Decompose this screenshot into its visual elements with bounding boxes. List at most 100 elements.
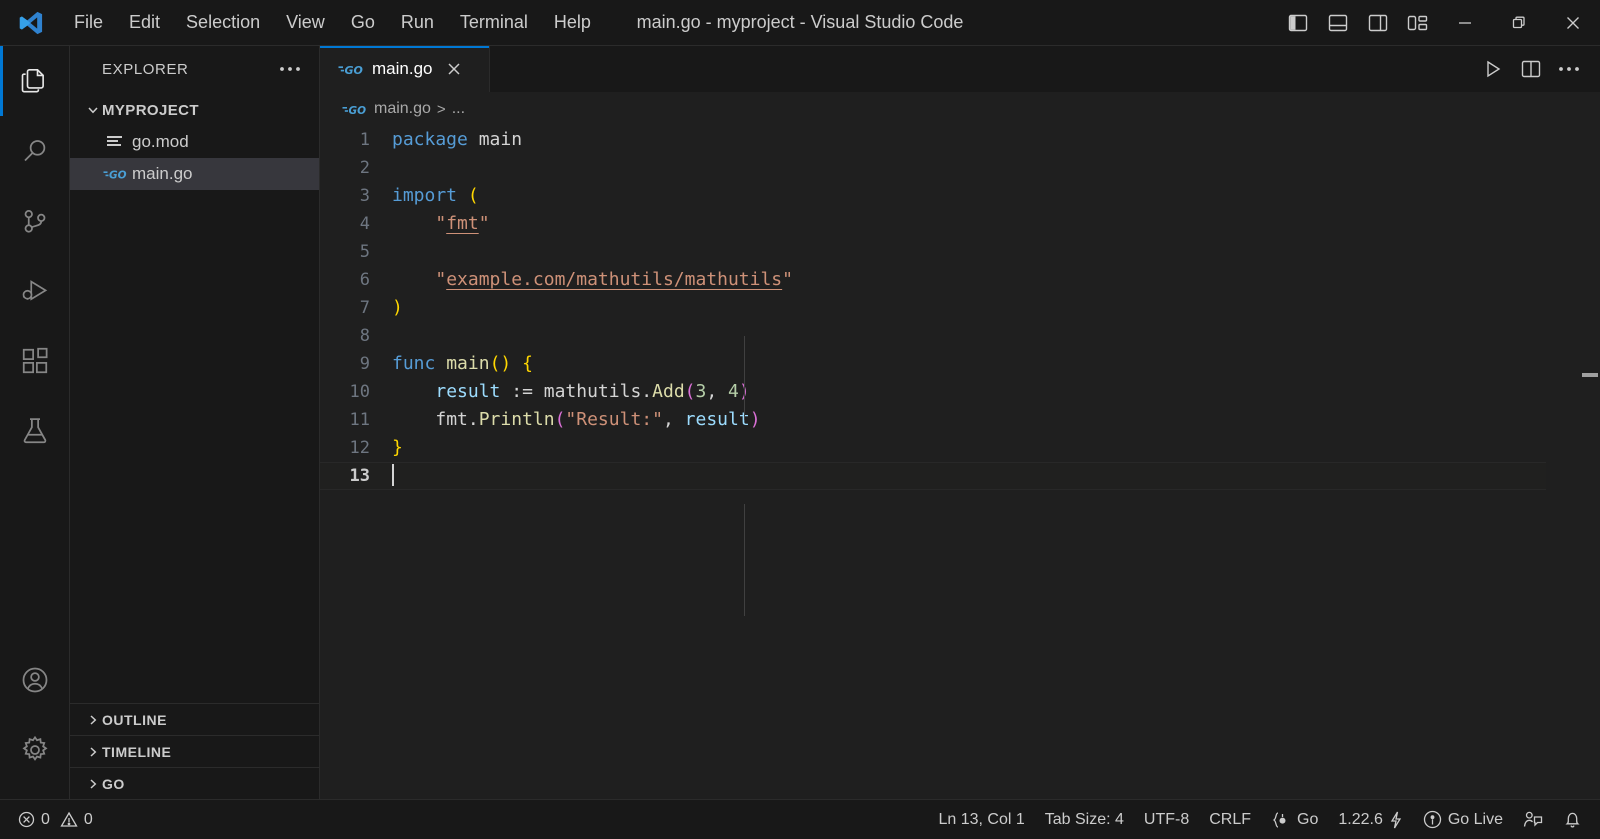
ellipsis-icon[interactable] bbox=[273, 62, 307, 76]
menu-go[interactable]: Go bbox=[339, 7, 387, 38]
status-editor-position[interactable]: Ln 13, Col 1 bbox=[928, 800, 1034, 839]
close-icon[interactable] bbox=[440, 55, 468, 83]
activity-item-source-control[interactable] bbox=[0, 186, 70, 256]
code-line[interactable]: 13 bbox=[320, 462, 1600, 490]
chevron-right-icon bbox=[84, 713, 102, 727]
status-problems[interactable]: 0 0 bbox=[8, 800, 103, 839]
code-token[interactable]: example.com/mathutils/mathutils bbox=[446, 269, 782, 290]
activity-item-extensions[interactable] bbox=[0, 326, 70, 396]
code-editor[interactable]: 1 package main 2 3 import (4 "fmt" 5 6 "exampl… bbox=[320, 126, 1600, 799]
code-token: Println bbox=[478, 409, 555, 430]
indent-guide bbox=[744, 336, 745, 420]
code-line[interactable]: 10 result := mathutils.Add(3, 4) bbox=[320, 378, 1600, 406]
minimap[interactable] bbox=[1546, 126, 1580, 799]
code-token: ( bbox=[554, 409, 566, 430]
code-line[interactable]: 11 fmt.Println("Result:", result) bbox=[320, 406, 1600, 434]
title-bar-controls bbox=[1278, 0, 1600, 46]
code-line[interactable]: 2 bbox=[320, 154, 1600, 182]
tab-main-go[interactable]: GO main.go bbox=[320, 46, 490, 92]
status-language-mode[interactable]: Go bbox=[1261, 800, 1328, 839]
code-line[interactable]: 1 package main bbox=[320, 126, 1600, 154]
code-line[interactable]: 4 "fmt" bbox=[320, 210, 1600, 238]
tree-item-main-go[interactable]: GO main.go bbox=[70, 158, 319, 190]
menu-help[interactable]: Help bbox=[542, 7, 603, 38]
chevron-right-icon bbox=[84, 745, 102, 759]
line-number: 1 bbox=[359, 130, 370, 150]
panel-timeline[interactable]: TIMELINE bbox=[70, 735, 319, 767]
close-icon[interactable] bbox=[1546, 0, 1600, 46]
status-go-version[interactable]: 1.22.6 bbox=[1328, 800, 1412, 839]
broadcast-icon bbox=[1423, 810, 1442, 829]
code-token: main bbox=[478, 129, 523, 150]
activity-item-testing[interactable] bbox=[0, 396, 70, 466]
code-token: mathutils bbox=[543, 381, 642, 402]
panel-go-label: GO bbox=[102, 775, 125, 792]
breadcrumb-item-file[interactable]: main.go bbox=[374, 100, 431, 118]
code-line[interactable]: 12} bbox=[320, 434, 1600, 462]
editor-tab-bar: GO main.go bbox=[320, 46, 1600, 92]
toggle-secondary-sidebar-icon[interactable] bbox=[1358, 0, 1398, 46]
breadcrumb-item-symbol[interactable]: ... bbox=[452, 100, 465, 118]
overview-ruler[interactable] bbox=[1580, 126, 1600, 799]
activity-item-settings[interactable] bbox=[0, 715, 70, 785]
extensions-icon bbox=[20, 346, 50, 376]
menu-selection[interactable]: Selection bbox=[174, 7, 272, 38]
menu-edit[interactable]: Edit bbox=[117, 7, 172, 38]
code-line[interactable]: 9 func main() { bbox=[320, 350, 1600, 378]
run-code-button[interactable] bbox=[1476, 52, 1510, 86]
status-go-live[interactable]: Go Live bbox=[1413, 800, 1513, 839]
menu-file[interactable]: File bbox=[62, 7, 115, 38]
code-token[interactable]: fmt bbox=[446, 213, 479, 234]
menu-terminal[interactable]: Terminal bbox=[448, 7, 540, 38]
code-line-content: fmt.Println("Result:", result) bbox=[392, 406, 760, 434]
toggle-primary-sidebar-icon[interactable] bbox=[1278, 0, 1318, 46]
more-actions-button[interactable] bbox=[1552, 52, 1586, 86]
run-debug-icon bbox=[20, 276, 50, 306]
code-token: " bbox=[782, 269, 793, 290]
code-token: main bbox=[446, 353, 490, 374]
code-line[interactable]: 6 "example.com/mathutils/mathutils" bbox=[320, 266, 1600, 294]
file-tree: MYPROJECT go.mod GO main.go bbox=[70, 92, 319, 703]
tab-bar-filler bbox=[490, 46, 1476, 92]
customize-layout-icon[interactable] bbox=[1398, 0, 1438, 46]
status-notifications[interactable] bbox=[1553, 800, 1592, 839]
status-bar: 0 0 Ln 13, Col 1 Tab Size: 4 UTF-8 CRLF bbox=[0, 799, 1600, 839]
code-line[interactable]: 7) bbox=[320, 294, 1600, 322]
status-eol[interactable]: CRLF bbox=[1199, 800, 1261, 839]
code-line-content: "fmt" bbox=[392, 210, 489, 238]
menu-view[interactable]: View bbox=[274, 7, 337, 38]
activity-item-search[interactable] bbox=[0, 116, 70, 186]
restore-icon[interactable] bbox=[1492, 0, 1546, 46]
tree-item-go-mod[interactable]: go.mod bbox=[70, 126, 319, 158]
explorer-sidebar: EXPLORER MYPROJECT go.mod GO main.go OUT… bbox=[70, 46, 320, 799]
code-line[interactable]: 5 bbox=[320, 238, 1600, 266]
tree-root-myproject[interactable]: MYPROJECT bbox=[70, 94, 319, 126]
code-line[interactable]: 3 import ( bbox=[320, 182, 1600, 210]
status-bar-right: Ln 13, Col 1 Tab Size: 4 UTF-8 CRLF Go 1… bbox=[928, 800, 1600, 839]
activity-item-explorer[interactable] bbox=[0, 46, 70, 116]
menu-run[interactable]: Run bbox=[389, 7, 446, 38]
code-line[interactable]: 8 bbox=[320, 322, 1600, 350]
status-go-live-label: Go Live bbox=[1447, 810, 1503, 828]
status-feedback[interactable] bbox=[1513, 800, 1553, 839]
panel-outline[interactable]: OUTLINE bbox=[70, 703, 319, 735]
code-token: "Result:" bbox=[565, 409, 663, 430]
code-token: { bbox=[522, 353, 533, 374]
breadcrumb: GO main.go > ... bbox=[320, 92, 1600, 126]
code-token: , bbox=[662, 409, 685, 430]
go-file-icon: GO bbox=[102, 166, 128, 182]
minimize-icon[interactable] bbox=[1438, 0, 1492, 46]
activity-item-accounts[interactable] bbox=[0, 645, 70, 715]
activity-item-run-and-debug[interactable] bbox=[0, 256, 70, 326]
line-number: 4 bbox=[359, 214, 370, 234]
code-token: fmt bbox=[435, 409, 468, 430]
status-encoding[interactable]: UTF-8 bbox=[1134, 800, 1199, 839]
status-indentation[interactable]: Tab Size: 4 bbox=[1035, 800, 1134, 839]
toggle-panel-icon[interactable] bbox=[1318, 0, 1358, 46]
panel-go[interactable]: GO bbox=[70, 767, 319, 799]
go-file-icon: GO bbox=[338, 61, 364, 77]
split-editor-right-button[interactable] bbox=[1514, 52, 1548, 86]
